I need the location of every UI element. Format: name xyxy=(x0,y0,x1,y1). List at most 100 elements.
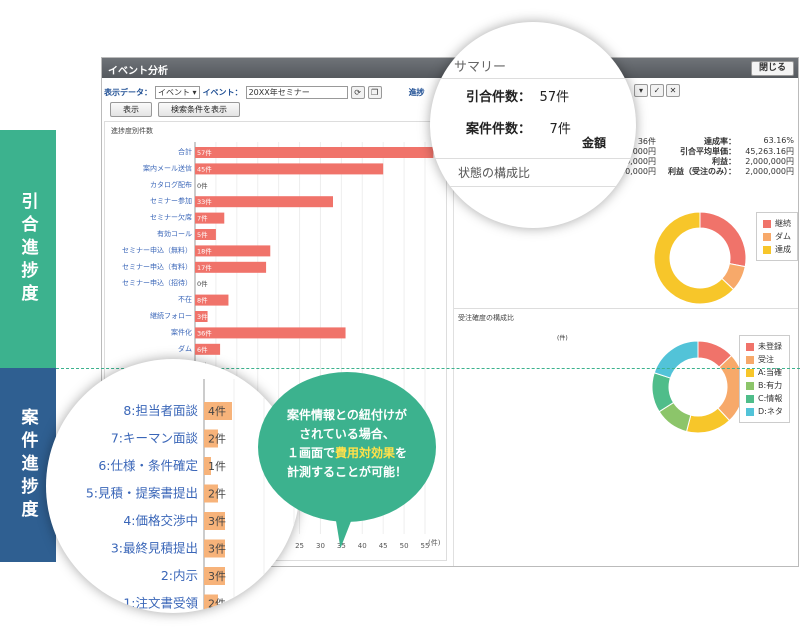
legend-swatch xyxy=(746,342,754,351)
zoom-category-label[interactable]: 2:内示 xyxy=(161,568,198,583)
donut-slice[interactable] xyxy=(699,211,747,268)
legend-swatch xyxy=(746,394,754,403)
case-count-row: 案件件数： 7件 xyxy=(466,118,571,137)
clear-icon[interactable]: ✕ xyxy=(666,84,680,97)
zoom-bar-value-label: 3件 xyxy=(208,543,226,556)
zoom-bar-value-label: 1件 xyxy=(208,460,226,473)
legend-label: C:情報 xyxy=(758,394,783,403)
zoom-bar-value-label: 3件 xyxy=(208,515,226,528)
x-tick-label: 50 xyxy=(400,542,409,550)
legend-item[interactable]: 受注 xyxy=(746,353,783,366)
callout-bubble: 案件情報との紐付けが されている場合、 １画面で費用対効果を 計測することが可能… xyxy=(258,372,436,522)
legend-label: 達成 xyxy=(775,245,791,254)
legend-swatch xyxy=(746,381,754,390)
bubble-highlight: 費用対効果 xyxy=(334,446,395,460)
legend-item[interactable]: 達成 xyxy=(763,243,791,256)
zoom-category-label[interactable]: 7:キーマン面談 xyxy=(111,431,199,446)
legend-label: 受注 xyxy=(758,355,774,364)
inquiry-count-value: 57件 xyxy=(539,90,570,105)
zoom-bar-value-label: 2件 xyxy=(208,488,226,501)
probability-pie-title: 受注確度の構成比 xyxy=(458,314,514,322)
amount-label: 金額 xyxy=(582,136,607,150)
bar[interactable] xyxy=(195,147,434,158)
category-label[interactable]: 案件化 xyxy=(171,327,192,336)
category-label[interactable]: 継続フォロー xyxy=(150,311,192,320)
legend-item[interactable]: 未登録 xyxy=(746,340,783,353)
x-tick-label: 45 xyxy=(379,542,388,550)
zoom-category-label[interactable]: 6:仕様・条件確定 xyxy=(98,458,198,473)
legend-item[interactable]: C:情報 xyxy=(746,392,783,405)
category-label[interactable]: 不在 xyxy=(178,295,192,304)
zoom-category-label[interactable]: 8:担当者面談 xyxy=(123,403,198,418)
event-label: イベント： xyxy=(202,87,243,97)
bar-value-label: 33件 xyxy=(197,197,212,206)
action-buttons: 表示 検索条件を表示 xyxy=(110,102,240,117)
category-label[interactable]: カタログ配布 xyxy=(150,180,192,189)
zoom-bar-value-label: 4件 xyxy=(208,405,226,418)
close-button[interactable]: 閉じる xyxy=(750,61,794,76)
category-label[interactable]: 有効コール xyxy=(157,229,192,238)
category-label[interactable]: セミナー申込（無料） xyxy=(122,245,192,254)
state-legend: 継続ダム達成 xyxy=(756,212,798,261)
category-label[interactable]: セミナー申込（招待） xyxy=(122,278,192,287)
category-label[interactable]: 案内メール送信 xyxy=(143,163,192,172)
donut-slice[interactable] xyxy=(653,340,699,379)
bar[interactable] xyxy=(195,196,333,208)
zoom-category-label[interactable]: 3:最終見積提出 xyxy=(111,541,198,556)
show-search-conditions-button[interactable]: 検索条件を表示 xyxy=(158,102,240,117)
state-composition-heading: 状態の構成比 xyxy=(458,166,531,180)
dropdown-icon[interactable]: ▾ xyxy=(634,84,648,97)
bar[interactable] xyxy=(195,327,346,339)
category-label[interactable]: ダム xyxy=(178,344,192,353)
inquiry-count-label: 引合件数： xyxy=(466,90,532,105)
case-stage-zoom-chart: 8:担当者面談 4件 7:キーマン面談 2件 6:仕様・条件確定 1件 5:見積・提案書提出… xyxy=(86,379,295,613)
legend-swatch xyxy=(746,368,754,377)
inquiry-count-row: 引合件数： 57件 xyxy=(466,86,569,105)
legend-label: 未登録 xyxy=(758,342,782,351)
zoom-category-label[interactable]: 4:価格交渉中 xyxy=(123,513,198,528)
event-input[interactable]: 20XX年セミナー xyxy=(245,85,348,99)
legend-label: B:有力 xyxy=(758,381,783,390)
legend-swatch xyxy=(763,219,771,228)
legend-item[interactable]: D:ネタ xyxy=(746,405,783,418)
inquiry-progress-label: 引合進捗度 xyxy=(0,130,56,368)
probability-legend: 未登録 受注 A:当確 B:有力 C:情報 D:ネタ xyxy=(739,335,790,423)
category-label[interactable]: セミナー申込（有料） xyxy=(122,262,192,271)
x-tick-label: 25 xyxy=(295,542,304,550)
legend-swatch xyxy=(746,355,754,364)
display-data-select[interactable]: イベント ▾ xyxy=(155,85,200,99)
x-tick-label: 30 xyxy=(316,542,325,550)
case-count-value: 7件 xyxy=(549,122,571,137)
legend-label: ダム xyxy=(775,232,791,241)
legend-item[interactable]: B:有力 xyxy=(746,379,783,392)
zoom-category-label[interactable]: 1:注文書受領 xyxy=(123,596,198,611)
bar-value-label: 36件 xyxy=(197,328,212,337)
category-label[interactable]: セミナー参加 xyxy=(150,196,192,205)
legend-swatch xyxy=(763,232,771,241)
show-button[interactable]: 表示 xyxy=(110,102,152,117)
category-label[interactable]: 合計 xyxy=(178,147,192,156)
legend-item[interactable]: ダム xyxy=(763,230,791,243)
bar-value-label: 0件 xyxy=(197,181,208,190)
zoom-bar-value-label: 2件 xyxy=(208,433,226,446)
legend-item[interactable]: 継続 xyxy=(763,217,791,230)
category-label[interactable]: セミナー欠席 xyxy=(150,213,192,222)
bar-value-label: 0件 xyxy=(197,279,208,288)
legend-swatch xyxy=(746,407,754,416)
stat-value: 2,000,000円 xyxy=(745,167,794,176)
bar[interactable] xyxy=(195,163,384,175)
window-title: イベント分析 xyxy=(108,66,168,77)
copy-icon[interactable]: ❐ xyxy=(367,85,382,99)
bar-value-label: 57件 xyxy=(197,148,212,157)
bar-value-label: 5件 xyxy=(197,230,208,239)
zoom-bar-value-label: 3件 xyxy=(208,570,226,583)
case-count-label: 案件件数： xyxy=(466,122,532,137)
check-icon[interactable]: ✓ xyxy=(650,84,664,97)
bubble-line-1: 案件情報との紐付けが xyxy=(287,408,407,422)
right-controls: ▾ ✓ ✕ xyxy=(634,84,680,97)
legend-swatch xyxy=(763,245,771,254)
bar-value-label: 6件 xyxy=(197,345,208,354)
zoom-category-label[interactable]: 5:見積・提案書提出 xyxy=(86,486,198,501)
bar-value-label: 45件 xyxy=(197,164,212,173)
refresh-icon[interactable]: ⟳ xyxy=(350,85,365,99)
